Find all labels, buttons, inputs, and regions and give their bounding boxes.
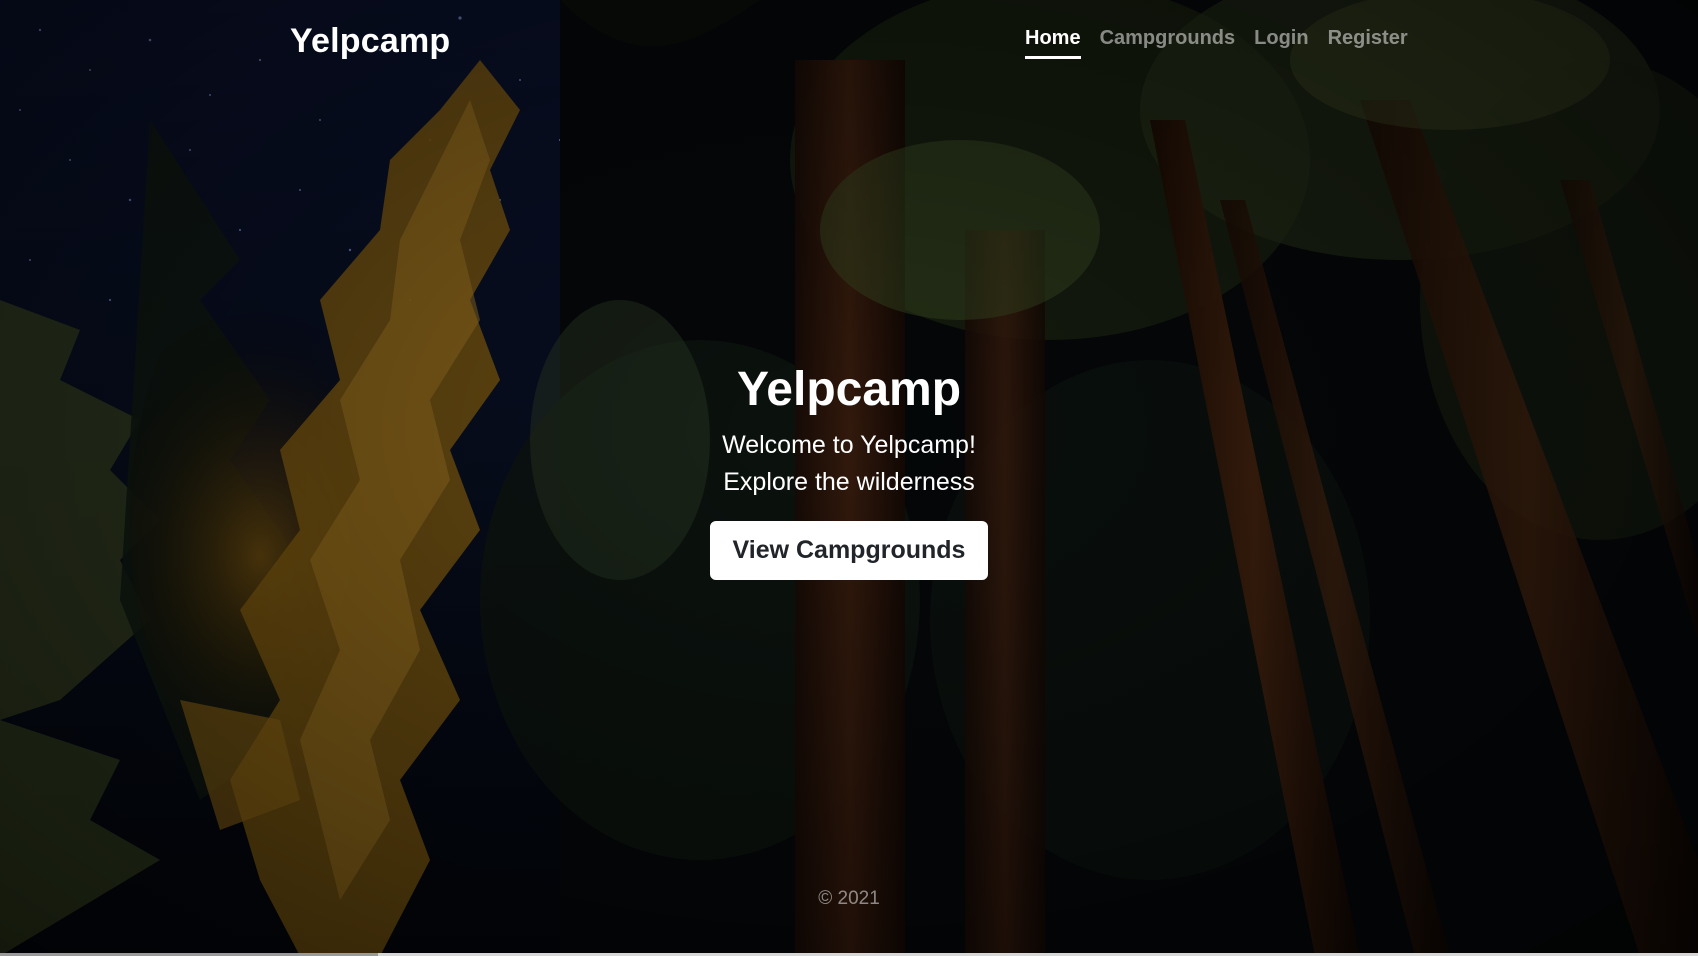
hero-section: Yelpcamp Welcome to Yelpcamp! Explore th… — [0, 362, 1698, 581]
hero-title: Yelpcamp — [736, 363, 962, 416]
nav-register[interactable]: Register — [1328, 27, 1408, 59]
hero-tagline: Explore the wilderness — [723, 468, 975, 497]
nav-home[interactable]: Home — [1025, 27, 1081, 59]
view-campgrounds-button[interactable]: View Campgrounds — [709, 521, 989, 581]
landing-page: Yelpcamp Home Campgrounds Login Register… — [0, 0, 1698, 956]
hero-welcome-text: Welcome to Yelpcamp! — [722, 431, 976, 460]
main-nav: Home Campgrounds Login Register — [1025, 27, 1408, 59]
nav-campgrounds[interactable]: Campgrounds — [1100, 27, 1236, 59]
brand-logo[interactable]: Yelpcamp — [290, 22, 450, 61]
nav-login[interactable]: Login — [1254, 27, 1308, 59]
footer-copyright: © 2021 — [818, 888, 880, 909]
